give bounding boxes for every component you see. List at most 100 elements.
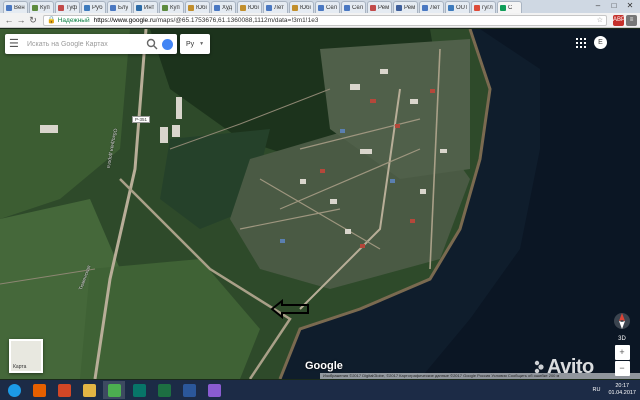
word-icon [182,383,196,397]
taskbar-paint-button[interactable] [203,381,225,399]
language-selector[interactable]: Ру ▼ [180,34,210,54]
browser-tab[interactable]: Рем [367,1,392,13]
clock[interactable]: 20:17 01.04.2017 [608,383,636,397]
tab-label: Лет [274,4,284,11]
input-language[interactable]: RU [593,387,601,393]
menu-icon[interactable]: ☰ [9,38,21,50]
browser-tab[interactable]: Сел [341,1,366,13]
map-type-toggle[interactable]: Карта [9,339,43,373]
road-shield: Р-351 [132,116,151,123]
browser-tab[interactable]: Лет [419,1,444,13]
tab-label: Худ [222,4,233,11]
browser-tab[interactable]: Вен [3,1,28,13]
chrome-icon [107,383,121,397]
clock-date: 01.04.2017 [608,390,636,396]
browser-tab[interactable]: С [497,1,522,13]
satellite-map[interactable]: Р-351 Обходная дорога Тюменская 3D + − [0,29,640,379]
maximize-button[interactable]: □ [606,1,622,11]
taskbar-word-button[interactable] [178,381,200,399]
tilt-3d-button[interactable]: 3D [612,336,632,342]
tab-label: Юбі [196,4,207,11]
language-value: Ру [185,40,195,48]
browser-tab[interactable]: Куп [29,1,54,13]
map-controls: 3D + − [612,311,632,376]
minimize-button[interactable]: – [590,1,606,11]
compass-icon[interactable] [612,311,632,331]
taskbar-excel-button[interactable] [153,381,175,399]
browser-tab[interactable]: OUT [445,1,470,13]
omnibox[interactable]: 🔒 Надежный https://www.google.ru/maps/@6… [43,14,607,26]
reload-button[interactable]: ↻ [27,14,39,26]
tab-label: Юбі [248,4,259,11]
favicon-icon [344,4,350,11]
browser-tab[interactable]: Сел [315,1,340,13]
taskbar-publisher-button[interactable] [128,381,150,399]
publisher-icon [132,383,146,397]
excel-icon [157,383,171,397]
browser-tab[interactable]: Куп [159,1,184,13]
adblock-extension-button[interactable]: ABP [613,14,625,26]
window-controls: – □ ✕ [590,1,638,11]
apps-grid-icon[interactable] [576,38,586,48]
taskbar-firefox-button[interactable] [28,381,50,399]
browser-tab[interactable]: Лет [263,1,288,13]
chrome-menu-button[interactable]: ≡ [626,14,637,26]
tab-label: Лет [430,4,440,11]
browser-tab[interactable]: Инт [133,1,158,13]
back-button[interactable]: ← [3,14,15,26]
search-icon[interactable] [146,38,158,50]
favicon-icon [448,4,454,11]
browser-tab[interactable]: Блу [107,1,132,13]
favicon-icon [162,4,168,11]
paint-icon [207,383,221,397]
search-input[interactable] [27,40,144,48]
url-text[interactable]: https://www.google.ru/maps/@65.1753676,6… [94,17,319,24]
map-search-box: ☰ [5,34,177,54]
browser-tab[interactable]: Туф [55,1,80,13]
taskbar-chrome-button[interactable] [103,381,125,399]
browser-tab[interactable]: Юбі [185,1,210,13]
tab-label: Рем [378,4,389,11]
url-path: /maps/@65.1753676,61.1360088,1112m/data=… [155,16,319,24]
taskbar-start-button[interactable] [3,381,25,399]
zoom-in-button[interactable]: + [614,345,630,360]
favicon-icon [32,4,38,11]
lock-icon: 🔒 [47,17,56,24]
tab-label: Блу [118,4,129,11]
browser-tab[interactable]: Рем [393,1,418,13]
google-logo: Google [305,360,343,372]
tab-label: Куп [170,4,180,11]
explorer-icon [82,383,96,397]
browser-tab[interactable]: Юбі [237,1,262,13]
directions-icon[interactable] [162,38,173,50]
close-button[interactable]: ✕ [622,1,638,11]
account-avatar[interactable]: E [594,36,607,49]
browser-tab[interactable]: Руб [81,1,106,13]
favicon-icon [292,4,298,11]
avito-logo-icon [534,360,544,374]
favicon-icon [240,4,246,11]
favicon-icon [214,4,220,11]
taskbar-explorer-button[interactable] [78,381,100,399]
start-icon [7,383,21,397]
browser-tab[interactable]: Худ [211,1,236,13]
browser-tab[interactable]: гугл [471,1,496,13]
tab-label: Руб [92,4,103,11]
tab-label: Сел [352,4,363,11]
windows-taskbar: RU 20:17 01.04.2017 [0,380,640,400]
tab-label: Инт [144,4,155,11]
forward-button[interactable]: → [15,14,27,26]
favicon-icon [136,4,142,11]
favicon-icon [188,4,194,11]
powerpoint-icon [57,383,71,397]
tab-label: Рем [404,4,415,11]
browser-tab-strip: Вен Куп Туф Руб Блу Инт Куп Юбі Худ Юбі Лет Юбі Сел С… [0,0,640,13]
favicon-icon [266,4,272,11]
browser-tab[interactable]: Юбі [289,1,314,13]
map-type-label: Карта [13,364,27,370]
tab-label: С [508,4,513,11]
favicon-icon [110,4,116,11]
taskbar-powerpoint-button[interactable] [53,381,75,399]
favicon-icon [84,4,90,11]
bookmark-star-icon[interactable]: ☆ [597,16,603,24]
